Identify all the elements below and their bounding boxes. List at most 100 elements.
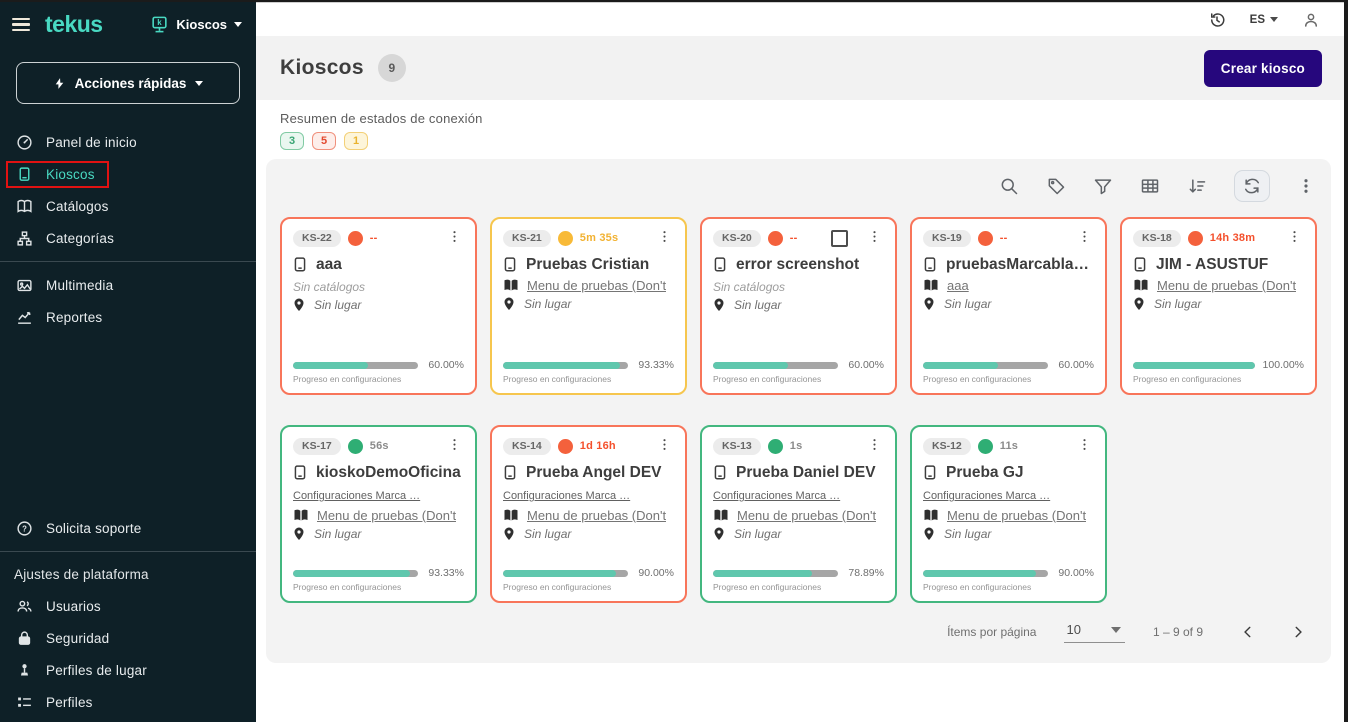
kiosk-title: aaa (293, 256, 464, 274)
person-pin-icon (16, 662, 33, 679)
card-menu-button[interactable] (865, 229, 884, 247)
quick-actions-button[interactable]: Acciones rápidas (16, 62, 240, 104)
sync-icon (1242, 176, 1262, 196)
catalog-link[interactable]: Menu de pruebas (Don't (527, 278, 666, 293)
page-title: Kioscos (280, 56, 364, 80)
progress-caption: Progreso en configuraciones (293, 374, 464, 384)
window-edge (1344, 2, 1348, 722)
no-catalogs-label: Sin catálogos (293, 280, 464, 294)
kiosk-card[interactable]: KS-18 14h 38m JIM - ASUSTUF Menu de prue… (1120, 217, 1317, 395)
status-badge-warning: 1 (344, 132, 368, 150)
catalog-link[interactable]: Menu de pruebas (Don't (947, 508, 1086, 523)
refresh-button[interactable] (1234, 170, 1270, 202)
hamburger-menu-icon[interactable] (12, 18, 30, 32)
page-header: Kioscos 9 Crear kiosco (256, 36, 1348, 100)
sidebar-item-solicita-soporte[interactable]: ? Solicita soporte (0, 512, 256, 544)
kiosk-icon (923, 465, 937, 481)
catalog-link[interactable]: Menu de pruebas (Don't (527, 508, 666, 523)
search-button[interactable] (999, 176, 1019, 196)
sidebar-item-multimedia[interactable]: Multimedia (0, 269, 256, 301)
filter-button[interactable] (1093, 176, 1113, 196)
page-size-select[interactable]: 10 (1064, 621, 1124, 643)
connection-status-dot (348, 231, 363, 246)
card-checkbox[interactable] (831, 230, 848, 247)
location-pin-icon (923, 527, 935, 541)
table-view-button[interactable] (1140, 176, 1160, 196)
progress-percent: 93.33% (636, 359, 674, 371)
history-button[interactable] (1208, 11, 1226, 29)
card-header: KS-17 56s (293, 437, 464, 455)
sidebar-item-kioscos[interactable]: Kioscos (0, 158, 256, 190)
sidebar-item-usuarios[interactable]: Usuarios (0, 590, 256, 622)
chevron-down-icon (1270, 17, 1278, 22)
kiosk-icon (293, 257, 307, 273)
kiosk-card[interactable]: KS-20 -- error screenshot Sin catálogos … (700, 217, 897, 395)
location-pin-icon (503, 527, 515, 541)
kiosk-card[interactable]: KS-17 56s kioskoDemoOficina Configuracio… (280, 425, 477, 603)
context-switcher[interactable]: k Kioscos (150, 15, 242, 34)
book-icon (923, 279, 939, 292)
card-header: KS-12 11s (923, 437, 1094, 455)
catalog-link[interactable]: Menu de pruebas (Don't (1157, 278, 1296, 293)
chevron-right-icon (1291, 625, 1305, 639)
catalog-link[interactable]: Configuraciones Marca … (923, 490, 1050, 502)
kiosk-card[interactable]: KS-22 -- aaa Sin catálogos Sin lugar 60.… (280, 217, 477, 395)
settings-section-label: Ajustes de plataforma (0, 559, 256, 590)
card-menu-button[interactable] (865, 437, 884, 455)
kiosk-card[interactable]: KS-21 5m 35s Pruebas Cristian Menu de pr… (490, 217, 687, 395)
catalog-link[interactable]: aaa (947, 278, 969, 293)
location-line: Sin lugar (923, 297, 1094, 311)
tag-icon (1046, 176, 1066, 196)
card-menu-button[interactable] (655, 437, 674, 455)
more-options-button[interactable] (1297, 177, 1315, 195)
kiosk-list-panel: KS-22 -- aaa Sin catálogos Sin lugar 60.… (266, 159, 1331, 663)
more-vert-icon (447, 437, 462, 452)
catalog-link[interactable]: Configuraciones Marca … (503, 490, 630, 502)
next-page-button[interactable] (1291, 625, 1305, 639)
card-menu-button[interactable] (1075, 437, 1094, 455)
sidebar-item-reportes[interactable]: Reportes (0, 301, 256, 333)
status-badge-online: 3 (280, 132, 304, 150)
location-pin-icon (923, 297, 935, 311)
progress-percent: 100.00% (1263, 359, 1304, 371)
kiosk-card[interactable]: KS-13 1s Prueba Daniel DEV Configuracion… (700, 425, 897, 603)
summary-badges: 3 5 1 (280, 132, 1324, 150)
connection-status-dot (768, 439, 783, 454)
kiosk-card[interactable]: KS-12 11s Prueba GJ Configuraciones Marc… (910, 425, 1107, 603)
catalog-link[interactable]: Configuraciones Marca … (293, 490, 420, 502)
location-line: Sin lugar (293, 298, 464, 312)
sidebar-item-categorias[interactable]: Categorías (0, 222, 256, 254)
user-menu-button[interactable] (1302, 11, 1320, 29)
language-dropdown[interactable]: ES (1250, 14, 1278, 26)
progress-caption: Progreso en configuraciones (503, 374, 674, 384)
sidebar-item-seguridad[interactable]: Seguridad (0, 622, 256, 654)
catalog-link[interactable]: Menu de pruebas (Don't (317, 508, 456, 523)
catalog-link[interactable]: Menu de pruebas (Don't (737, 508, 876, 523)
catalog-link[interactable]: Configuraciones Marca … (713, 490, 840, 502)
card-detail-lines: Sin catálogos (293, 274, 464, 294)
sidebar-item-perfiles[interactable]: Perfiles (0, 686, 256, 718)
location-line: Sin lugar (1133, 297, 1304, 311)
progress-percent: 78.89% (846, 567, 884, 579)
tags-button[interactable] (1046, 176, 1066, 196)
location-line: Sin lugar (923, 527, 1094, 541)
kiosk-card[interactable]: KS-19 -- pruebasMarcabla… aaa Sin lugar … (910, 217, 1107, 395)
card-menu-button[interactable] (445, 229, 464, 247)
card-menu-button[interactable] (445, 437, 464, 455)
create-kiosk-button[interactable]: Crear kiosco (1204, 50, 1322, 87)
book-icon (713, 509, 729, 522)
main-content: ES Kioscos 9 Crear kiosco Resumen de est… (256, 2, 1348, 722)
sort-button[interactable] (1187, 176, 1207, 196)
kiosk-card[interactable]: KS-14 1d 16h Prueba Angel DEV Configurac… (490, 425, 687, 603)
kiosk-title: Prueba Daniel DEV (713, 464, 884, 482)
previous-page-button[interactable] (1241, 625, 1255, 639)
profiles-list-icon (16, 694, 33, 711)
card-detail-lines: Menu de pruebas (Don't (1133, 274, 1304, 293)
card-menu-button[interactable] (1075, 229, 1094, 247)
card-menu-button[interactable] (655, 229, 674, 247)
sidebar-item-perfiles-de-lugar[interactable]: Perfiles de lugar (0, 654, 256, 686)
card-menu-button[interactable] (1285, 229, 1304, 247)
sidebar-item-catalogos[interactable]: Catálogos (0, 190, 256, 222)
kiosk-id-chip: KS-19 (923, 230, 971, 247)
sidebar-item-panel-de-inicio[interactable]: Panel de inicio (0, 126, 256, 158)
